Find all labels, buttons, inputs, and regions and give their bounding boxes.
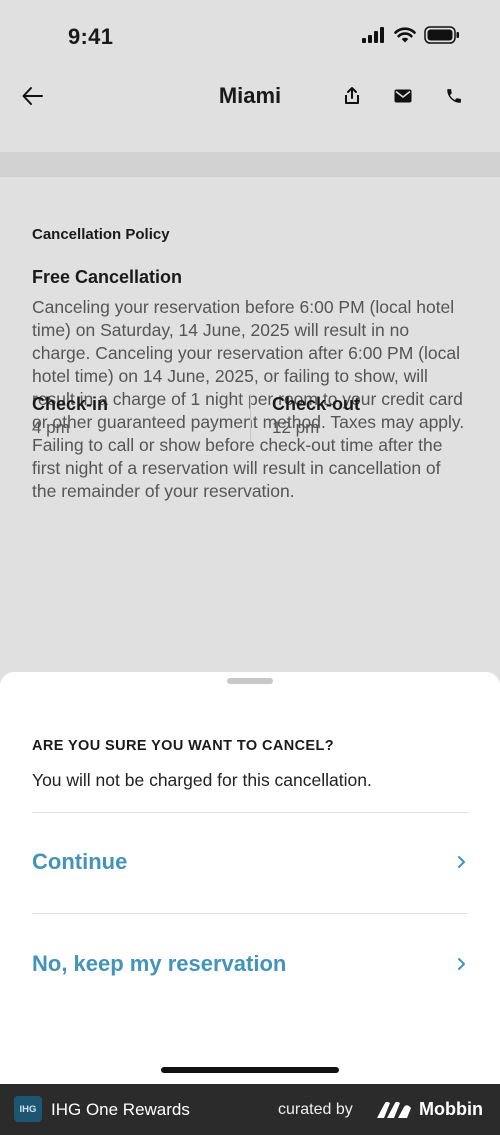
checkin-value: 4 pm — [32, 418, 70, 437]
mail-icon — [394, 89, 412, 103]
mobbin-logo-icon — [377, 1101, 411, 1118]
status-icons — [362, 26, 460, 44]
share-icon — [345, 87, 359, 104]
share-button[interactable] — [341, 85, 363, 107]
app-name: IHG One Rewards — [51, 1100, 190, 1119]
brand-name: Mobbin — [419, 1099, 483, 1119]
chevron-right-icon — [454, 855, 468, 869]
nav-bar: Miami — [0, 70, 500, 124]
wifi-icon — [394, 27, 416, 43]
checkout-label: Check-out — [272, 394, 361, 414]
curated-by-label: curated by — [278, 1101, 353, 1118]
sheet-divider — [32, 913, 468, 914]
call-button[interactable] — [443, 85, 465, 107]
keep-reservation-button[interactable]: No, keep my reservation — [32, 939, 468, 989]
app-icon: IHG — [14, 1096, 42, 1122]
home-indicator — [161, 1067, 339, 1073]
continue-label: Continue — [32, 849, 128, 874]
section-label: Cancellation Policy — [32, 226, 170, 243]
cellular-signal-icon — [362, 27, 384, 43]
sheet-grabber[interactable] — [227, 678, 273, 684]
email-button[interactable] — [392, 85, 414, 107]
sheet-divider — [32, 812, 468, 813]
policy-section: Cancellation Policy Free Cancellation Ca… — [0, 177, 500, 503]
chevron-right-icon — [454, 957, 468, 971]
times-separator — [250, 394, 251, 442]
cancel-confirmation-sheet: ARE YOU SURE YOU WANT TO CANCEL? You wil… — [0, 672, 500, 1084]
status-bar: 9:41 — [0, 0, 500, 70]
battery-icon — [424, 26, 459, 44]
status-time: 9:41 — [68, 24, 114, 49]
continue-button[interactable]: Continue — [32, 837, 468, 887]
checkin-block: Check-in 4 pm — [32, 394, 108, 438]
phone-icon — [447, 89, 461, 103]
checkin-label: Check-in — [32, 394, 109, 414]
page-title: Miami — [218, 83, 282, 108]
section-divider — [0, 152, 500, 177]
sheet-subtext: You will not be charged for this cancell… — [32, 770, 372, 790]
mobbin-banner: IHG IHG One Rewards curated by Mobbin — [0, 1084, 500, 1135]
checkout-block: Check-out 12 pm — [272, 394, 360, 438]
policy-title: Free Cancellation — [32, 267, 183, 287]
checkout-value: 12 pm — [272, 418, 320, 437]
keep-reservation-label: No, keep my reservation — [32, 951, 287, 976]
sheet-heading: ARE YOU SURE YOU WANT TO CANCEL? — [32, 738, 335, 754]
check-times: Check-in 4 pm Check-out 12 pm — [32, 394, 468, 444]
